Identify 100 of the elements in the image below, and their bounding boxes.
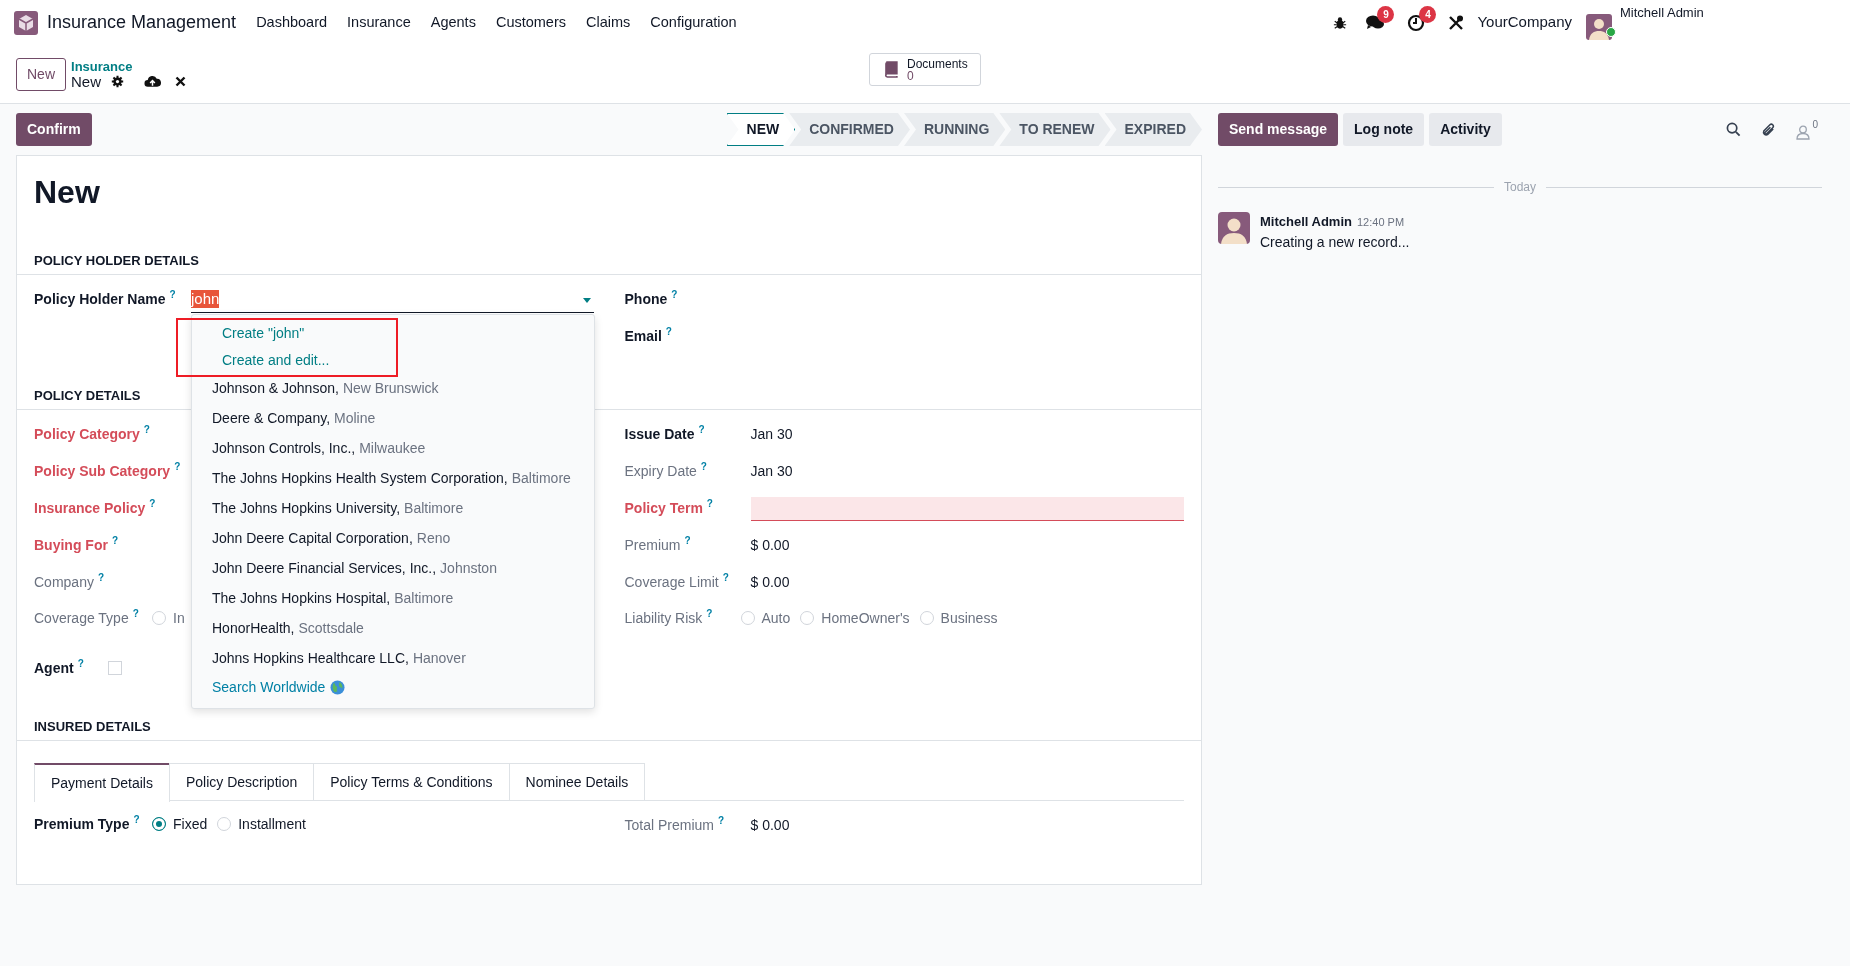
help-tooltip[interactable]: ? (665, 326, 672, 337)
help-tooltip[interactable]: ? (111, 535, 118, 546)
new-button[interactable]: New (16, 57, 66, 91)
dropdown-item[interactable]: Create "john" (192, 319, 594, 347)
field-label: Total Premium (624, 816, 714, 835)
help-tooltip[interactable]: ? (671, 289, 678, 300)
chatter-button[interactable]: Activity (1429, 113, 1502, 146)
help-tooltip[interactable]: ? (77, 657, 84, 669)
menu-item[interactable]: Agents (420, 11, 486, 34)
field-label: Premium (624, 536, 681, 555)
search-worldwide-link[interactable]: Search Worldwide (212, 677, 326, 698)
help-tooltip[interactable]: ? (169, 289, 176, 300)
form-tab[interactable]: Payment Details (34, 763, 170, 802)
field-label: Policy Holder Name (34, 290, 166, 309)
activity-icon[interactable] (1407, 13, 1426, 32)
field-label: Expiry Date (624, 462, 697, 481)
menu-item[interactable]: Dashboard (246, 11, 338, 34)
field-label: Email (624, 327, 662, 346)
date-separator: Today (1503, 179, 1537, 196)
field-label: Coverage Type (34, 608, 129, 628)
status-stage[interactable]: NEW (726, 113, 796, 146)
chatter-button[interactable]: Send message (1218, 113, 1339, 146)
caret-icon[interactable] (581, 298, 592, 304)
help-tooltip[interactable]: ? (706, 498, 713, 509)
dropdown-item[interactable]: John Deere Capital Corporation, Reno (192, 523, 594, 554)
dropdown-item[interactable]: Johns Hopkins Healthcare LLC, Hanover (192, 643, 594, 674)
form-tab[interactable]: Nominee Details (508, 763, 646, 801)
settings-icon[interactable] (111, 75, 125, 88)
dropdown-item[interactable]: The Johns Hopkins Hospital, Baltimore (192, 583, 594, 614)
dropdown-item[interactable]: HonorHealth, Scottsdale (192, 613, 594, 644)
record-name: New (71, 74, 102, 89)
message-time: 12:40 PM (1356, 215, 1405, 230)
globe-icon (330, 680, 346, 695)
radio-label: HomeOwner's (821, 608, 910, 628)
field-value: $ 0.00 (750, 816, 790, 835)
tools-icon[interactable] (1447, 13, 1466, 32)
help-tooltip[interactable]: ? (722, 572, 729, 583)
menu-item[interactable]: Configuration (640, 11, 747, 34)
radio-label: Business (940, 608, 998, 628)
dropdown-item[interactable]: John Deere Financial Services, Inc., Johnston (192, 553, 594, 584)
help-tooltip[interactable]: ? (700, 461, 707, 472)
dropdown-item[interactable]: Create and edit... (192, 346, 594, 374)
radio-label: Auto (761, 608, 791, 628)
help-tooltip[interactable]: ? (684, 535, 691, 546)
field-label: Coverage Limit (624, 573, 719, 592)
status-stage[interactable]: RUNNING (904, 113, 1006, 146)
close-icon[interactable] (175, 76, 187, 87)
field-label: Premium Type (34, 814, 130, 834)
user-avatar[interactable] (1586, 13, 1612, 40)
dropdown-item[interactable]: Johnson Controls, Inc., Milwaukee (192, 433, 594, 464)
field-label: Buying For (34, 536, 108, 555)
dropdown-item[interactable]: The Johns Hopkins University, Baltimore (192, 493, 594, 524)
book-icon (882, 61, 899, 78)
bug-icon[interactable] (1333, 15, 1348, 30)
notification-badge: 9 (1377, 5, 1395, 23)
radio-label: Fixed (173, 814, 208, 834)
dropdown-item[interactable]: Deere & Company, Moline (192, 403, 594, 434)
menu-item[interactable]: Customers (485, 11, 576, 34)
help-tooltip[interactable]: ? (132, 607, 139, 619)
help-tooltip[interactable]: ? (174, 461, 181, 472)
company-switcher[interactable]: YourCompany (1477, 11, 1572, 34)
search-icon[interactable] (1726, 122, 1742, 137)
breadcrumb-link[interactable]: Insurance (71, 59, 187, 74)
dropdown-item[interactable]: The Johns Hopkins Health System Corporation, Baltimore (192, 463, 594, 494)
confirm-button[interactable]: Confirm (16, 113, 92, 146)
dropdown-item[interactable]: Johnson & Johnson, New Brunswick (192, 373, 594, 404)
help-tooltip[interactable]: ? (133, 813, 140, 825)
user-name[interactable]: Mitchell Admin (1620, 6, 1820, 19)
status-stage[interactable]: EXPIRED (1104, 113, 1202, 146)
help-tooltip[interactable]: ? (97, 572, 105, 583)
radio-label: In (173, 608, 185, 628)
field-value: $ 0.00 (750, 573, 790, 592)
help-tooltip[interactable]: ? (717, 815, 725, 826)
app-logo-icon[interactable] (14, 10, 38, 35)
message-text: Creating a new record... (1260, 232, 1410, 252)
followers-button[interactable]: 0 (1796, 119, 1818, 140)
author-avatar (1218, 212, 1250, 244)
field-label: Agent (34, 658, 74, 678)
field-label: Issue Date (624, 425, 695, 444)
chatter-button[interactable]: Log note (1343, 113, 1425, 146)
input-field[interactable] (750, 496, 1184, 521)
help-tooltip[interactable]: ? (143, 424, 150, 435)
radio-button[interactable] (152, 817, 166, 831)
input-field[interactable]: john (191, 286, 594, 313)
app-title[interactable]: Insurance Management (47, 9, 237, 36)
section-heading: POLICY HOLDER DETAILS (17, 251, 1201, 275)
paperclip-icon[interactable] (1761, 121, 1777, 138)
help-tooltip[interactable]: ? (149, 498, 156, 509)
field-value: Jan 30 (750, 425, 793, 444)
record-title: New (34, 173, 101, 212)
cloud-upload-icon[interactable] (144, 75, 162, 88)
checkbox[interactable] (108, 661, 122, 675)
menu-item[interactable]: Insurance (337, 11, 421, 34)
field-label: Policy Category (34, 425, 140, 444)
help-tooltip[interactable]: ? (706, 607, 713, 619)
status-stage[interactable]: TO RENEW (999, 113, 1111, 146)
help-tooltip[interactable]: ? (698, 424, 705, 435)
status-stage[interactable]: CONFIRMED (789, 113, 910, 146)
menu-item[interactable]: Claims (576, 11, 641, 34)
documents-button[interactable]: Documents 0 (869, 53, 981, 86)
